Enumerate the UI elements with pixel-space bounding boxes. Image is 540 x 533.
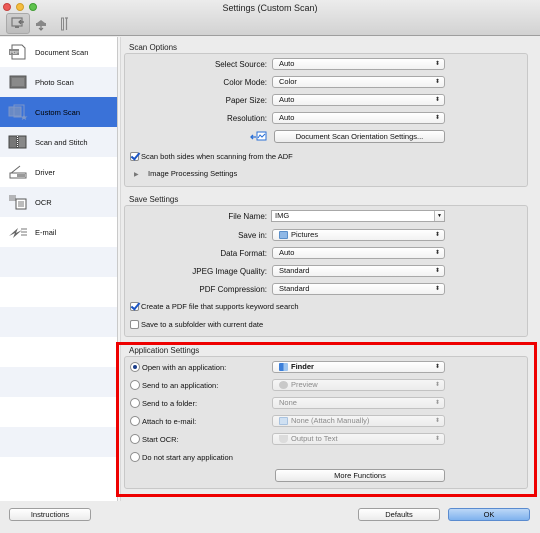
disclosure-triangle-icon[interactable]: ▶ <box>134 171 139 178</box>
instructions-button[interactable]: Instructions <box>9 508 91 521</box>
window-title: Settings (Custom Scan) <box>222 3 318 13</box>
sidebar-item-photo-scan[interactable]: Photo Scan <box>0 67 117 97</box>
folder-icon <box>279 231 288 239</box>
sidebar-item-scan-and-stitch[interactable]: Scan and Stitch <box>0 127 117 157</box>
select-source-label: Select Source: <box>214 60 267 69</box>
popup-arrows-icon: ⬍ <box>434 79 440 85</box>
scan-options-title: Scan Options <box>129 43 178 52</box>
title-bar: Settings (Custom Scan) <box>0 0 540 36</box>
subfolder-checkbox[interactable]: Save to a subfolder with current date <box>130 320 263 329</box>
save-settings-title: Save Settings <box>129 195 179 204</box>
sidebar-item-label: E-mail <box>35 227 57 237</box>
orientation-settings-button[interactable]: Document Scan Orientation Settings... <box>274 130 445 143</box>
combo-dropdown-icon[interactable]: ▼ <box>434 211 444 221</box>
resolution-label: Resolution: <box>226 114 267 123</box>
scanner-panel-icon <box>36 19 46 31</box>
checkbox-checked-icon[interactable] <box>130 302 139 311</box>
save-in-popup[interactable]: Pictures ⬍ <box>272 229 445 241</box>
pdf-compression-label: PDF Compression: <box>199 285 267 294</box>
toolbar-scan-from-computer[interactable] <box>6 13 30 34</box>
custom-scan-icon <box>8 103 28 121</box>
sidebar-item-custom-scan[interactable]: Custom Scan <box>0 97 117 127</box>
ocr-icon <box>8 193 28 211</box>
paper-size-popup[interactable]: Auto ⬍ <box>272 94 445 106</box>
image-processing-settings-toggle[interactable]: Image Processing Settings <box>148 169 237 178</box>
sidebar-item-label: Photo Scan <box>35 77 74 87</box>
toolbar-general-settings[interactable] <box>55 14 75 34</box>
sidebar-item-label: OCR <box>35 197 52 207</box>
sidebar-item-label: Driver <box>35 167 55 177</box>
tools-icon <box>61 17 68 31</box>
scan-mode-list: PDF Document Scan Photo Scan Custom Scan… <box>0 37 118 501</box>
checkbox-unchecked-icon[interactable] <box>130 320 139 329</box>
color-mode-popup[interactable]: Color ⬍ <box>272 76 445 88</box>
popup-arrows-icon: ⬍ <box>434 97 440 103</box>
svg-text:PDF: PDF <box>10 50 19 55</box>
orientation-icon <box>250 131 268 144</box>
sidebar-item-label: Scan and Stitch <box>35 137 88 147</box>
pdf-document-icon: PDF <box>8 43 28 61</box>
data-format-popup[interactable]: Auto ⬍ <box>272 247 445 259</box>
pdf-compression-popup[interactable]: Standard ⬍ <box>272 283 445 295</box>
sidebar-item-label: Document Scan <box>35 47 89 57</box>
popup-arrows-icon: ⬍ <box>434 61 440 67</box>
data-format-label: Data Format: <box>220 249 267 258</box>
resolution-popup[interactable]: Auto ⬍ <box>272 112 445 124</box>
save-in-label: Save in: <box>238 231 267 240</box>
ok-button[interactable]: OK <box>448 508 530 521</box>
checkbox-checked-icon[interactable] <box>130 152 139 161</box>
highlight-box <box>116 342 537 497</box>
email-icon <box>8 223 28 241</box>
file-name-label: File Name: <box>228 212 267 221</box>
scan-both-sides-checkbox[interactable]: Scan both sides when scanning from the A… <box>130 152 293 161</box>
popup-arrows-icon: ⬍ <box>434 268 440 274</box>
popup-arrows-icon: ⬍ <box>434 115 440 121</box>
stitch-icon <box>8 133 28 151</box>
jpeg-quality-label: JPEG Image Quality: <box>192 267 267 276</box>
popup-arrows-icon: ⬍ <box>434 250 440 256</box>
jpeg-quality-popup[interactable]: Standard ⬍ <box>272 265 445 277</box>
select-source-popup[interactable]: Auto ⬍ <box>272 58 445 70</box>
photo-icon <box>8 73 28 91</box>
sidebar-item-driver[interactable]: Driver <box>0 157 117 187</box>
popup-arrows-icon: ⬍ <box>434 286 440 292</box>
defaults-button[interactable]: Defaults <box>358 508 440 521</box>
file-name-combo[interactable]: IMG ▼ <box>271 210 445 222</box>
sidebar-item-document-scan[interactable]: PDF Document Scan <box>0 37 117 67</box>
sidebar-item-ocr[interactable]: OCR <box>0 187 117 217</box>
keyword-search-checkbox[interactable]: Create a PDF file that supports keyword … <box>130 302 299 311</box>
driver-scanner-icon <box>8 163 28 181</box>
popup-arrows-icon: ⬍ <box>434 232 440 238</box>
sidebar-item-label: Custom Scan <box>35 107 81 117</box>
sidebar-item-email[interactable]: E-mail <box>0 217 117 247</box>
computer-scanner-icon <box>11 17 24 28</box>
toolbar-scan-from-panel[interactable] <box>31 14 51 34</box>
paper-size-label: Paper Size: <box>225 96 267 105</box>
color-mode-label: Color Mode: <box>223 78 267 87</box>
